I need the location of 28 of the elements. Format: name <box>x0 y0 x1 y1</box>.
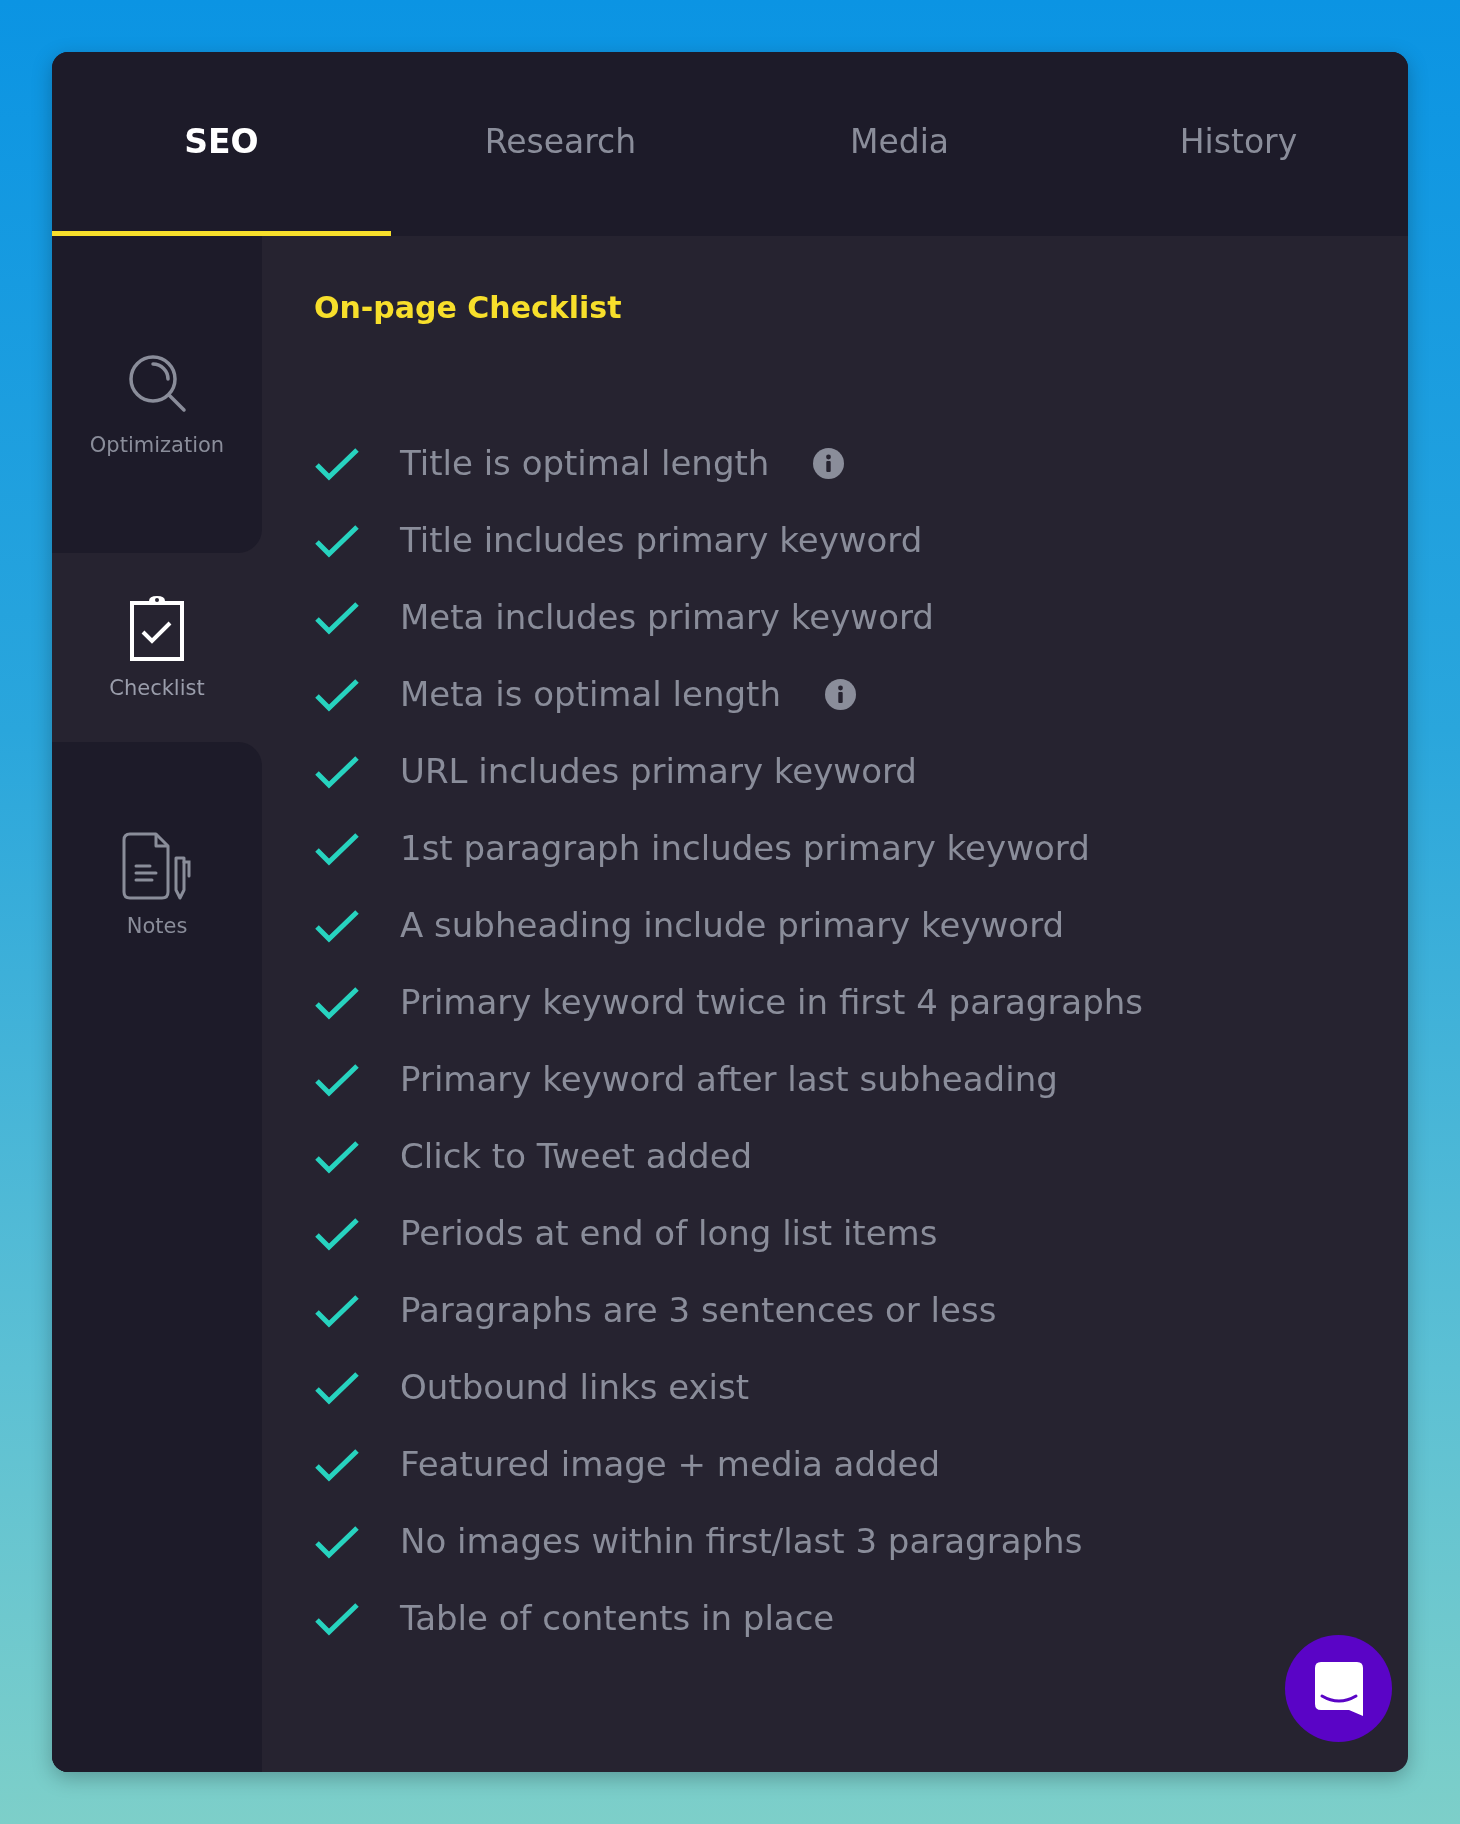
checklist-item: Meta is optimal length <box>400 674 781 715</box>
checklist-item: Featured image + media added <box>400 1444 941 1485</box>
document-pen-icon <box>122 832 192 901</box>
section-title: On-page Checklist <box>314 290 622 326</box>
checklist-item: Primary keyword twice in first 4 paragraphs <box>400 982 1144 1023</box>
checklist-item: Primary keyword after last subheading <box>400 1059 1058 1100</box>
tab[interactable]: History <box>1069 52 1408 236</box>
checklist-item: Title includes primary keyword <box>400 520 923 561</box>
checklist-item: A subheading include primary keyword <box>400 905 1065 946</box>
clipboard-icon <box>129 593 185 662</box>
checklist-item: 1st paragraph includes primary keyword <box>400 828 1090 869</box>
checklist-item: Meta includes primary keyword <box>400 597 934 638</box>
checklist-item: Periods at end of long list items <box>400 1213 938 1254</box>
search-icon <box>127 352 187 413</box>
checklist-item: Outbound links exist <box>400 1367 750 1408</box>
tab[interactable]: Research <box>391 52 730 236</box>
checklist-item: Title is optimal length <box>400 443 770 484</box>
tab[interactable]: Media <box>730 52 1069 236</box>
info-icon[interactable] <box>813 448 845 479</box>
checklist-item: Table of contents in place <box>400 1598 835 1639</box>
info-icon[interactable] <box>824 679 856 710</box>
checklist-item: No images within first/last 3 paragraphs <box>400 1521 1083 1562</box>
checklist-item: Paragraphs are 3 sentences or less <box>400 1290 997 1331</box>
sidebar-item[interactable]: Optimization <box>52 236 262 553</box>
checklist-item: Click to Tweet added <box>400 1136 753 1177</box>
checklist-item: URL includes primary keyword <box>400 751 917 792</box>
chat-bubble-icon <box>1314 1661 1363 1716</box>
sidebar-item[interactable]: Notes <box>52 742 262 1030</box>
